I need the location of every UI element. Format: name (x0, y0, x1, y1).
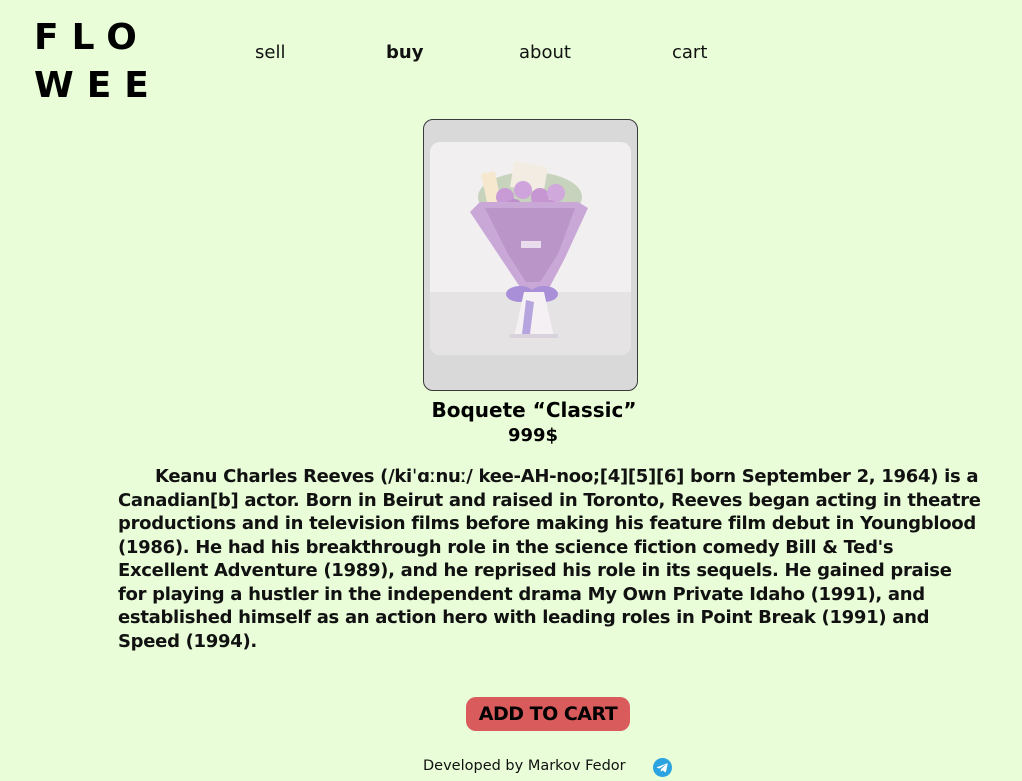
nav-sell[interactable]: sell (255, 42, 285, 63)
nav-about[interactable]: about (519, 42, 571, 63)
telegram-icon[interactable] (653, 758, 672, 777)
page: FLO WEE sell buy about cart Boquete “Cla… (0, 0, 1022, 781)
nav-cart[interactable]: cart (672, 42, 707, 63)
product-title: Boquete “Classic” (431, 398, 637, 422)
footer-credit: Developed by Markov Fedor (423, 758, 626, 774)
bouquet-image (430, 142, 631, 355)
add-to-cart-button[interactable]: ADD TO CART (466, 697, 630, 731)
product-description: Keanu Charles Reeves (/kiˈɑːnuː/ kee-AH-… (118, 466, 981, 652)
logo-line-2: WEE (34, 65, 162, 106)
product-price: 999$ (507, 425, 559, 446)
nav-buy[interactable]: buy (386, 42, 423, 63)
main-nav: sell buy about cart (0, 42, 800, 66)
product-image-card (423, 119, 638, 391)
